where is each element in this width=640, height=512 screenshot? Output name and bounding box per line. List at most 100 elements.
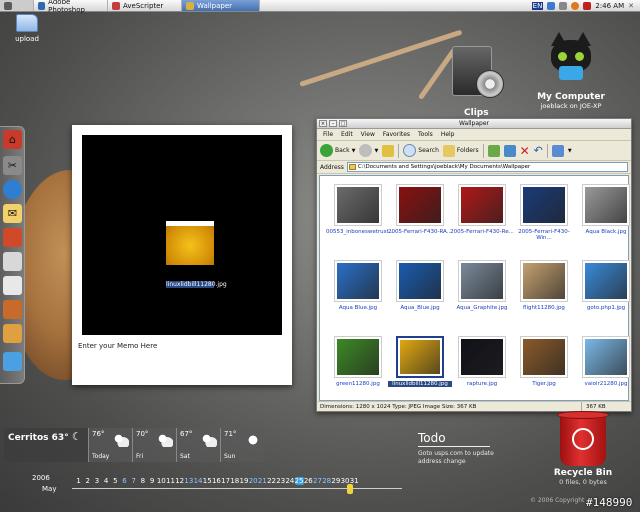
calendar-day[interactable]: 19 (239, 477, 249, 485)
weather-widget[interactable]: Cerritos 63° ☾ 76° Today 70° Fri 67° Sat 71° Su… (4, 428, 264, 462)
file-item[interactable]: 2005-Ferrari-F430-RA... (388, 184, 452, 235)
todo-item[interactable]: Goto usps.com to update address change (418, 450, 498, 466)
calendar-day[interactable]: 20 (249, 477, 258, 485)
taskbar-button[interactable]: Wallpaper (182, 0, 260, 11)
file-item[interactable]: Tiger.jpg (512, 336, 576, 387)
calendar-day[interactable]: 3 (92, 477, 101, 485)
calendar-day[interactable]: 13 (184, 477, 193, 485)
calendar-day[interactable]: 7 (129, 477, 138, 485)
address-input[interactable]: C:\Documents and Settings\joeblack\My Do… (346, 162, 628, 172)
language-indicator[interactable]: EN (531, 1, 544, 10)
start-menu-button[interactable] (0, 0, 34, 11)
calendar-day[interactable]: 26 (304, 477, 313, 485)
mascot-icon[interactable] (3, 300, 22, 319)
desktop-folder-upload[interactable]: upload (10, 14, 44, 43)
calendar-day[interactable]: 25 (294, 477, 304, 485)
desktop-icon-clips[interactable]: Clips (446, 44, 506, 118)
tools-icon[interactable]: ✂ (3, 156, 22, 175)
mail-icon[interactable]: ✉ (3, 204, 22, 223)
calendar-day[interactable]: 15 (203, 477, 212, 485)
menu-item-view[interactable]: View (361, 131, 375, 138)
close-window-icon[interactable]: × (319, 120, 327, 127)
menu-item-help[interactable]: Help (441, 131, 455, 138)
calendar-day[interactable]: 29 (331, 477, 340, 485)
calendar-day[interactable]: 18 (230, 477, 239, 485)
file-item[interactable]: green11280.jpg (326, 336, 390, 387)
file-item[interactable]: goto.php1.jpg (574, 260, 638, 311)
file-item[interactable]: rapture.jpg (450, 336, 514, 387)
calendar-day[interactable]: 14 (193, 477, 203, 485)
mascot-2-icon[interactable] (3, 324, 22, 343)
file-item[interactable]: 2005-Ferrari-F430-Re... (450, 184, 514, 235)
search-button[interactable]: Search (403, 144, 439, 157)
sound-bars-icon[interactable] (3, 352, 22, 371)
file-item[interactable]: Aqua_Graphite.jpg (450, 260, 514, 311)
calendar-day[interactable]: 16 (212, 477, 221, 485)
memo-text[interactable]: Enter your Memo Here (78, 342, 157, 350)
home-icon[interactable]: ⌂ (3, 130, 22, 149)
network-icon[interactable] (547, 1, 556, 10)
desktop-icon-my-computer[interactable]: My Computer joeblack on JOE-XP (536, 32, 606, 110)
file-item[interactable]: linuxlidbill11280.jpg (388, 336, 452, 387)
file-item[interactable]: flight11280.jpg (512, 260, 576, 311)
desktop-icon-recycle-bin[interactable]: Recycle Bin 0 files, 0 bytes (548, 411, 618, 486)
taskbar-button[interactable]: Adobe Photoshop (34, 0, 108, 14)
printer-icon[interactable] (3, 252, 22, 271)
documents-icon[interactable] (3, 276, 22, 295)
menu-item-tools[interactable]: Tools (418, 131, 433, 138)
undo-icon[interactable]: ↶ (534, 144, 543, 157)
window-close-icon[interactable]: ✕ (628, 2, 634, 10)
calendar-day[interactable]: 22 (267, 477, 276, 485)
folders-button[interactable]: Folders (442, 144, 479, 157)
calendar-day[interactable]: 17 (221, 477, 230, 485)
file-item[interactable]: Aqua Blue.jpg (326, 260, 390, 311)
calendar-day[interactable]: 5 (111, 477, 120, 485)
file-item[interactable]: Aqua_Blue.jpg (388, 260, 452, 311)
file-item[interactable]: vaiolr21280.jpg (574, 336, 638, 387)
taskbar-button[interactable]: AveScripter (108, 0, 182, 11)
shield-icon[interactable] (583, 1, 592, 10)
delete-icon[interactable]: ✕ (520, 144, 530, 158)
maximize-window-icon[interactable]: □ (339, 120, 347, 127)
calendar-day[interactable]: 2 (83, 477, 92, 485)
clock[interactable]: 2:46 AM (595, 2, 624, 10)
character-icon[interactable] (3, 228, 22, 247)
calendar-day[interactable]: 28 (322, 477, 331, 485)
file-item[interactable]: Aqua Black.jpg (574, 184, 638, 235)
calendar-day[interactable]: 12 (175, 477, 184, 485)
forward-button[interactable]: ▼ (359, 144, 378, 157)
calendar-day[interactable]: 10 (157, 477, 166, 485)
calendar-day[interactable]: 27 (313, 477, 322, 485)
calendar-day[interactable]: 4 (102, 477, 111, 485)
calendar-day[interactable]: 23 (276, 477, 285, 485)
up-folder-icon[interactable] (382, 144, 395, 157)
menu-item-edit[interactable]: Edit (341, 131, 353, 138)
back-button[interactable]: Back ▼ (320, 144, 355, 157)
calendar-day[interactable]: 1 (74, 477, 83, 485)
memo-image-thumbnail[interactable] (166, 221, 214, 265)
views-icon[interactable] (551, 144, 564, 157)
calendar-day[interactable]: 11 (166, 477, 175, 485)
taskbar-button-label: AveScripter (123, 1, 164, 10)
window-titlebar[interactable]: × – □ Wallpaper (317, 119, 631, 129)
memo-widget[interactable]: linuxlidbill11280.jpg Enter your Memo He… (72, 125, 292, 385)
calendar-day[interactable]: 9 (148, 477, 157, 485)
minimize-window-icon[interactable]: – (329, 120, 337, 127)
file-name: Aqua_Blue.jpg (400, 305, 440, 311)
file-item[interactable]: 00553_inboneswetrust... (326, 184, 394, 235)
calendar-day[interactable]: 8 (138, 477, 147, 485)
menu-item-favorites[interactable]: Favorites (383, 131, 410, 138)
calendar-day[interactable]: 24 (285, 477, 294, 485)
calendar-day[interactable]: 6 (120, 477, 129, 485)
firefox-icon[interactable] (571, 1, 580, 10)
globe-icon[interactable] (3, 180, 22, 199)
weather-current-temp: 63° (51, 433, 69, 443)
move-to-icon[interactable] (487, 144, 500, 157)
volume-icon[interactable] (559, 1, 568, 10)
menu-item-file[interactable]: File (323, 131, 333, 138)
todo-widget[interactable]: Todo Goto usps.com to update address cha… (418, 431, 498, 466)
file-name: vaiolr21280.jpg (584, 381, 628, 387)
calendar-day[interactable]: 21 (258, 477, 267, 485)
copy-to-icon[interactable] (503, 144, 516, 157)
file-item[interactable]: 2005-Ferrari-F430-Win... (512, 184, 576, 241)
